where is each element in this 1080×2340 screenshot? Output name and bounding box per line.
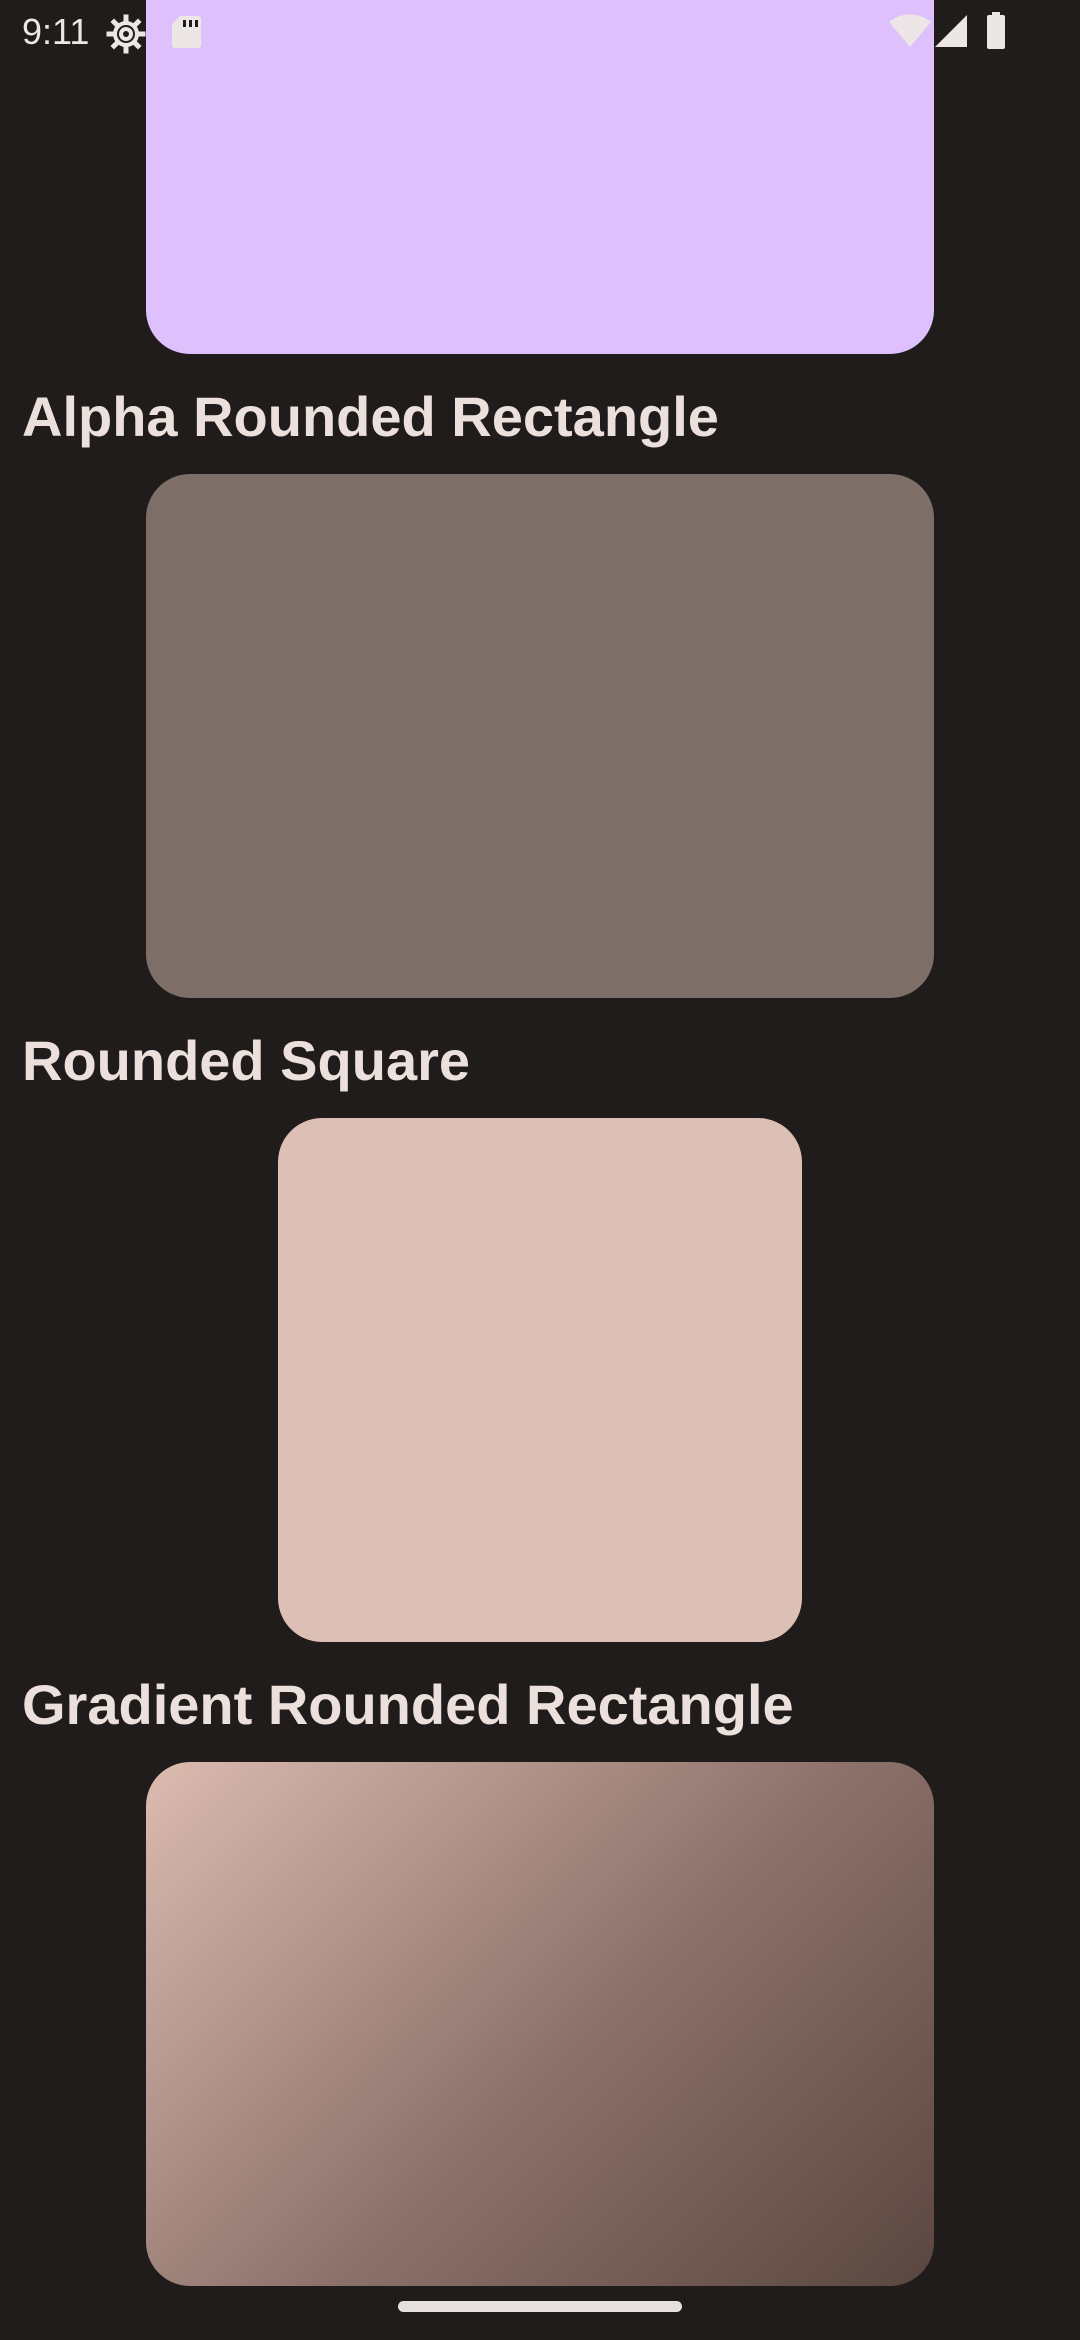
- status-time: 9:11: [22, 11, 90, 52]
- navigation-handle[interactable]: [398, 2301, 682, 2312]
- screen: 9:11 Alpha Rounded Rectangle Rounded Squ…: [0, 0, 1080, 2340]
- settings-icon: [106, 14, 146, 59]
- rounded-square-shape: [278, 1118, 802, 1642]
- alpha-rounded-rectangle-shape: [146, 474, 934, 998]
- section-title-gradient-rounded-rectangle: Gradient Rounded Rectangle: [22, 1673, 794, 1736]
- section-title-rounded-square: Rounded Square: [22, 1029, 471, 1092]
- cellular-signal-icon: [934, 14, 968, 53]
- sd-card-icon: [170, 14, 202, 55]
- battery-icon: [986, 12, 1006, 55]
- status-bar: 9:11: [0, 0, 1080, 64]
- gradient-rounded-rectangle-shape: [146, 1762, 934, 2286]
- wifi-icon: [888, 14, 932, 53]
- section-title-alpha-rounded-rectangle: Alpha Rounded Rectangle: [22, 385, 719, 448]
